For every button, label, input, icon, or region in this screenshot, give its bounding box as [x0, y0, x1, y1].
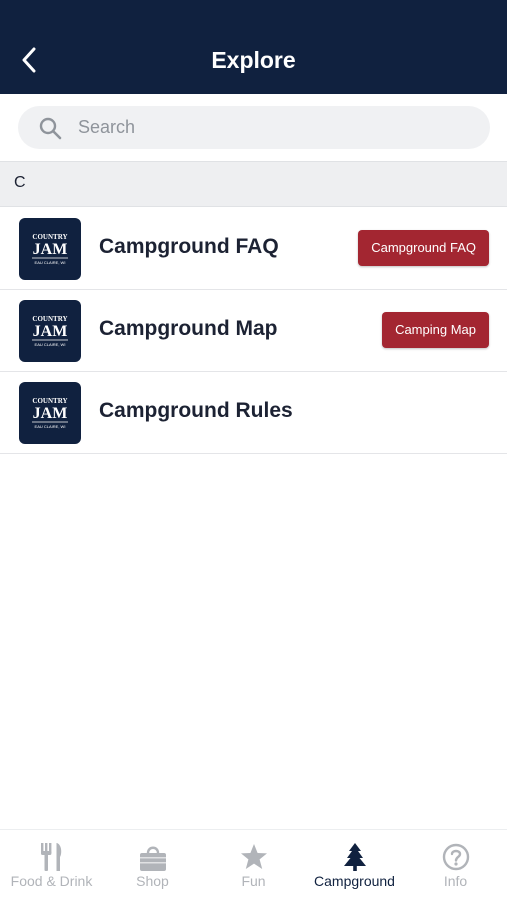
- tab-food-drink[interactable]: Food & Drink: [1, 830, 102, 901]
- search-bar[interactable]: [18, 106, 490, 149]
- list-item-campground-faq[interactable]: COUNTRY JAM EAU CLAIRE, WI Campground FA…: [0, 208, 507, 290]
- camping-map-tag[interactable]: Camping Map: [382, 312, 489, 348]
- search-icon: [38, 116, 62, 140]
- country-jam-logo: COUNTRY JAM EAU CLAIRE, WI: [19, 382, 81, 444]
- item-title: Campground Map: [99, 317, 278, 340]
- country-jam-logo: COUNTRY JAM EAU CLAIRE, WI: [19, 300, 81, 362]
- svg-text:EAU CLAIRE, WI: EAU CLAIRE, WI: [35, 424, 66, 429]
- svg-text:COUNTRY: COUNTRY: [32, 233, 67, 241]
- country-jam-logo: COUNTRY JAM EAU CLAIRE, WI: [19, 218, 81, 280]
- tab-label: Shop: [136, 873, 169, 889]
- svg-text:JAM: JAM: [33, 405, 68, 422]
- svg-text:JAM: JAM: [33, 241, 68, 258]
- tab-info[interactable]: Info: [405, 830, 506, 901]
- list-item-campground-map[interactable]: COUNTRY JAM EAU CLAIRE, WI Campground Ma…: [0, 290, 507, 372]
- section-header: C: [0, 161, 507, 207]
- item-title: Campground Rules: [99, 399, 293, 422]
- page-title: Explore: [211, 47, 296, 73]
- pine-tree-icon: [304, 842, 405, 872]
- section-letter: C: [14, 174, 26, 191]
- svg-text:COUNTRY: COUNTRY: [32, 397, 67, 405]
- tab-shop[interactable]: Shop: [102, 830, 203, 901]
- svg-text:EAU CLAIRE, WI: EAU CLAIRE, WI: [35, 260, 66, 265]
- tab-campground[interactable]: Campground: [304, 830, 405, 901]
- tab-label: Food & Drink: [10, 873, 93, 889]
- campground-faq-tag[interactable]: Campground FAQ: [358, 230, 489, 266]
- star-icon: [203, 842, 304, 872]
- item-title: Campground FAQ: [99, 235, 279, 258]
- tab-fun[interactable]: Fun: [203, 830, 304, 901]
- top-bar: Explore: [0, 0, 507, 94]
- fork-knife-icon: [1, 842, 102, 872]
- tab-label: Fun: [241, 873, 266, 889]
- question-circle-icon: [405, 842, 506, 872]
- list-item-campground-rules[interactable]: COUNTRY JAM EAU CLAIRE, WI Campground Ru…: [0, 372, 507, 454]
- tab-label: Info: [443, 873, 468, 889]
- search-input[interactable]: [76, 116, 440, 139]
- svg-text:JAM: JAM: [33, 323, 68, 340]
- svg-text:COUNTRY: COUNTRY: [32, 315, 67, 323]
- bottom-tab-bar: Food & Drink Shop Fun Campground Info: [0, 829, 507, 900]
- shopping-bag-icon: [102, 842, 203, 872]
- tab-label: Campground: [314, 873, 395, 889]
- svg-text:EAU CLAIRE, WI: EAU CLAIRE, WI: [35, 342, 66, 347]
